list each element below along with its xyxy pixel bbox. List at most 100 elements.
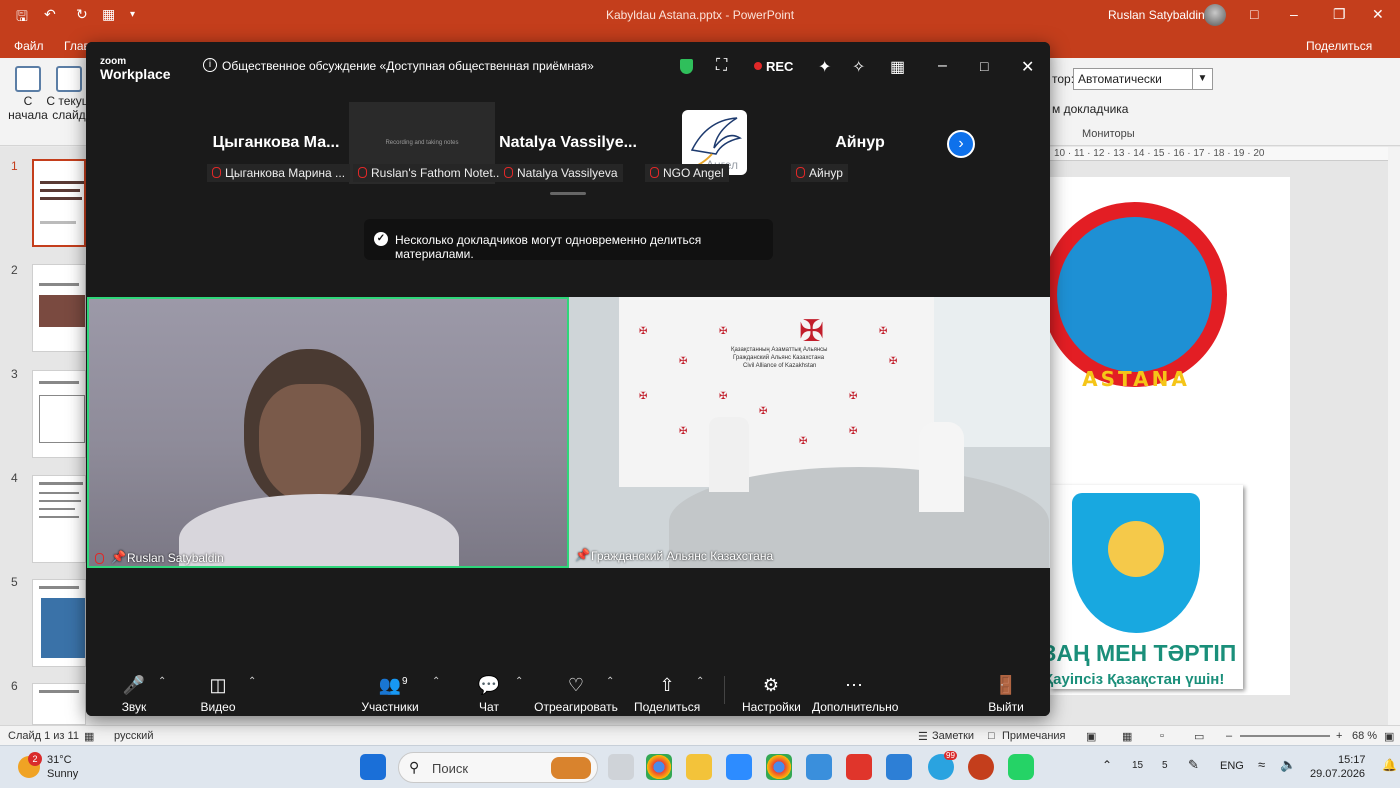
volume-icon[interactable]: 🔈 xyxy=(1280,757,1296,773)
normal-view-icon[interactable]: ▣ xyxy=(1086,730,1096,743)
powerpoint-icon[interactable] xyxy=(968,754,994,780)
vivaldi-icon[interactable] xyxy=(846,754,872,780)
scan-icon[interactable]: ⛶ xyxy=(716,57,727,75)
audio-options-caret[interactable]: ⌃ xyxy=(158,676,166,687)
share-screen-button[interactable]: ⇧ Поделиться xyxy=(634,664,700,714)
security-shield-icon[interactable] xyxy=(680,59,693,74)
clock-date[interactable]: 29.07.2026 xyxy=(1310,768,1365,780)
ai-companion-icon[interactable]: ✧ xyxy=(852,57,865,77)
account-name[interactable]: Ruslan Satybaldin xyxy=(1108,8,1205,22)
account-avatar[interactable] xyxy=(1204,4,1226,26)
next-page-button[interactable]: › xyxy=(947,130,975,158)
ribbon-display-icon[interactable]: □ xyxy=(1250,6,1258,22)
audio-button[interactable]: 🎤 Звук xyxy=(114,664,154,714)
zoom-level[interactable]: 68 % xyxy=(1352,730,1377,742)
leave-button[interactable]: 🚪 Выйти xyxy=(986,664,1026,714)
presenter-view-option[interactable]: м докладчика xyxy=(1052,102,1128,116)
slide-thumbnail[interactable] xyxy=(32,370,86,458)
pen-tray-icon[interactable]: ✎ xyxy=(1188,757,1199,773)
notes-button[interactable]: Заметки xyxy=(932,730,974,742)
minimize-icon[interactable]: – xyxy=(1290,6,1298,22)
tab-file[interactable]: Файл xyxy=(14,39,44,53)
thumbnail-line xyxy=(39,283,79,286)
participants-options-caret[interactable]: ⌃ xyxy=(432,676,440,687)
tray-item[interactable]: 15 xyxy=(1132,760,1143,771)
accessibility-icon[interactable]: ▦ xyxy=(84,730,94,743)
police-shield-icon xyxy=(1072,493,1200,633)
alliance-logo-icon: ✠ xyxy=(799,315,825,348)
notes-app-icon[interactable] xyxy=(806,754,832,780)
magic-wand-icon[interactable]: ✦ xyxy=(818,57,831,77)
send-app-icon[interactable] xyxy=(886,754,912,780)
thumbnail-number: 3 xyxy=(11,367,18,381)
muted-mic-icon: 🎤 xyxy=(122,675,146,695)
current-slide[interactable]: ASTANA xyxy=(1042,177,1290,695)
participant-display-name: Цыганкова Ма... xyxy=(212,134,340,151)
taskbar-search[interactable]: ⚲ Поиск xyxy=(398,752,598,783)
close-icon[interactable]: ✕ xyxy=(1021,57,1034,77)
settings-button[interactable]: ⚙ Настройки xyxy=(742,664,801,714)
vertical-scrollbar[interactable] xyxy=(1388,147,1400,725)
comments-button[interactable]: Примечания xyxy=(1002,730,1066,742)
strip-resize-handle[interactable] xyxy=(550,192,586,195)
video-button[interactable]: ◫ Видео xyxy=(196,664,240,714)
tray-overflow-icon[interactable]: ⌃ xyxy=(1102,758,1112,772)
person-right xyxy=(919,422,964,512)
sorter-view-icon[interactable]: ▦ xyxy=(1122,730,1132,743)
info-icon[interactable]: i xyxy=(203,58,217,72)
tray-item[interactable]: 5 xyxy=(1162,760,1168,771)
zoom-app-icon[interactable] xyxy=(726,754,752,780)
reading-view-icon[interactable]: ▫ xyxy=(1160,730,1164,742)
more-button[interactable]: ⋯ Дополнительно xyxy=(812,664,898,714)
weather-temperature[interactable]: 31°C xyxy=(47,754,72,766)
chat-options-caret[interactable]: ⌃ xyxy=(515,676,523,687)
zoom-slider[interactable] xyxy=(1240,735,1330,737)
notes-icon[interactable]: ☰ xyxy=(918,730,928,743)
language-indicator[interactable]: русский xyxy=(114,730,153,742)
monitor-select[interactable]: Автоматически ▼ xyxy=(1073,68,1213,90)
whatsapp-icon[interactable] xyxy=(1008,754,1034,780)
participants-button[interactable]: 👥 Участники xyxy=(358,664,422,714)
wifi-icon[interactable]: ≈ xyxy=(1258,757,1265,772)
chrome-profile-icon[interactable] xyxy=(766,754,792,780)
notifications-icon[interactable]: 🔔 xyxy=(1382,758,1397,772)
slideshow-view-icon[interactable]: ▭ xyxy=(1194,730,1204,743)
recording-indicator[interactable]: REC xyxy=(766,59,793,74)
video-options-caret[interactable]: ⌃ xyxy=(248,676,256,687)
card-title: ЗАҢ МЕН ТӘРТІП xyxy=(1050,640,1237,666)
comments-icon[interactable]: □ xyxy=(988,730,995,742)
task-view-icon[interactable] xyxy=(608,754,634,780)
slide-thumbnail[interactable] xyxy=(32,579,86,667)
share-button[interactable]: Поделиться xyxy=(1306,39,1372,53)
maximize-icon[interactable]: □ xyxy=(980,58,988,74)
zoom-out-icon[interactable]: – xyxy=(1226,730,1232,742)
react-button[interactable]: ♡ Отреагировать xyxy=(534,664,618,714)
react-options-caret[interactable]: ⌃ xyxy=(606,676,614,687)
slide-thumbnail[interactable] xyxy=(32,159,86,247)
chrome-icon[interactable] xyxy=(646,754,672,780)
slide-thumbnail[interactable] xyxy=(32,264,86,352)
logo-mark: ✠ xyxy=(679,426,688,437)
chat-button[interactable]: 💬 Чат xyxy=(472,664,506,714)
share-options-caret[interactable]: ⌃ xyxy=(696,676,704,687)
weather-description[interactable]: Sunny xyxy=(47,768,78,780)
close-icon[interactable]: ✕ xyxy=(1372,6,1384,23)
view-layout-icon[interactable]: ▦ xyxy=(890,57,905,77)
video-tile-active-speaker[interactable]: 📌 Ruslan Satybaldin xyxy=(87,297,569,568)
fit-slide-icon[interactable]: ▣ xyxy=(1384,730,1394,743)
restore-icon[interactable]: ❐ xyxy=(1333,6,1346,23)
from-beginning-button[interactable]: С начала xyxy=(8,66,48,122)
monitors-group-label: Мониторы xyxy=(1082,128,1135,140)
thumbnail-number: 4 xyxy=(11,471,18,485)
minimize-icon[interactable]: – xyxy=(938,57,947,75)
leave-door-icon: 🚪 xyxy=(994,675,1018,695)
video-tile-room[interactable]: ✠ ✠ ✠ ✠ ✠ ✠ ✠ ✠ ✠ ✠ ✠ ✠ ✠ Қазақстанның А… xyxy=(569,297,1050,568)
slide-thumbnail[interactable] xyxy=(32,683,86,725)
thumbnail-line xyxy=(39,500,81,502)
file-explorer-icon[interactable] xyxy=(686,754,712,780)
zoom-in-icon[interactable]: + xyxy=(1336,730,1342,742)
clock-time[interactable]: 15:17 xyxy=(1338,754,1366,766)
input-language[interactable]: ENG xyxy=(1220,760,1244,772)
slide-thumbnail[interactable] xyxy=(32,475,86,563)
start-windows-icon[interactable] xyxy=(360,754,386,780)
